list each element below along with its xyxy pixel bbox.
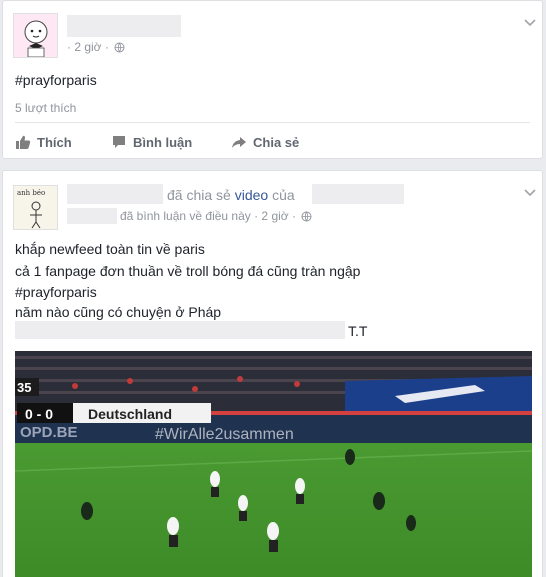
comment-button[interactable]: Bình luận (111, 131, 192, 153)
video-link[interactable]: video (235, 187, 268, 203)
post-card: · 2 giờ · #prayforparis 5 lượt thích Thí… (2, 0, 543, 159)
cartoon-avatar-icon (14, 14, 57, 57)
comment-label: Bình luận (133, 134, 193, 150)
commented-text: đã bình luận về điều này · 2 giờ · (120, 209, 296, 223)
profile-avatar[interactable] (13, 13, 58, 58)
timestamp-text: · 2 giờ · (67, 40, 109, 54)
globe-icon (114, 42, 125, 56)
like-button[interactable]: Thích (15, 131, 72, 153)
svg-text:anh béo: anh béo (17, 189, 45, 197)
post-card: anh béo đã chia sẻ video của đã bình luậ… (2, 170, 543, 577)
sharer-name-blurred[interactable] (67, 184, 163, 204)
chevron-down-icon[interactable] (522, 17, 538, 29)
shared-text: đã chia sẻ (167, 187, 231, 203)
svg-text:#WirAlle2usammen: #WirAlle2usammen (155, 426, 294, 443)
doodle-avatar-icon: anh béo (14, 186, 57, 229)
thumbs-up-icon (16, 135, 31, 149)
author-name-blurred[interactable] (67, 15, 181, 37)
likes-count[interactable]: 5 lượt thích (15, 101, 76, 115)
share-label: Chia sẻ (253, 134, 300, 150)
like-label: Thích (37, 134, 72, 150)
comment-meta: đã bình luận về điều này · 2 giờ · (120, 209, 312, 225)
svg-text:OPD.BE: OPD.BE (20, 424, 78, 441)
hashtag-link[interactable]: #prayforparis (15, 284, 97, 300)
of-text: của (272, 187, 295, 203)
post-line-blurred (15, 321, 345, 339)
post-line-tail: T.T (348, 323, 368, 339)
share-button[interactable]: Chia sẻ (231, 131, 299, 153)
commenter-name-blurred[interactable] (67, 208, 117, 224)
svg-text:Deutschland: Deutschland (88, 406, 172, 422)
share-icon (232, 137, 246, 148)
svg-text:0 - 0: 0 - 0 (25, 406, 53, 422)
share-summary: đã chia sẻ video của (167, 187, 295, 203)
profile-avatar[interactable]: anh béo (13, 185, 58, 230)
football-match-frame: OPD.BE #WirAlle2usammen 35 0 - 0 Deutsch… (15, 351, 532, 577)
svg-text:35: 35 (17, 380, 31, 395)
globe-icon (301, 211, 312, 225)
divider (15, 122, 530, 123)
comment-icon (113, 136, 125, 148)
page-name-blurred[interactable] (312, 184, 404, 204)
video-player[interactable]: OPD.BE #WirAlle2usammen 35 0 - 0 Deutsch… (15, 351, 532, 577)
post-timestamp[interactable]: · 2 giờ · (67, 40, 125, 56)
hashtag-link[interactable]: #prayforparis (15, 72, 97, 88)
post-line: cả 1 fanpage đơn thuần về troll bóng đá … (15, 263, 361, 279)
chevron-down-icon[interactable] (522, 187, 538, 199)
post-line: năm nào cũng có chuyện ở Pháp (15, 304, 222, 320)
post-line: khắp newfeed toàn tin về paris (15, 241, 205, 257)
